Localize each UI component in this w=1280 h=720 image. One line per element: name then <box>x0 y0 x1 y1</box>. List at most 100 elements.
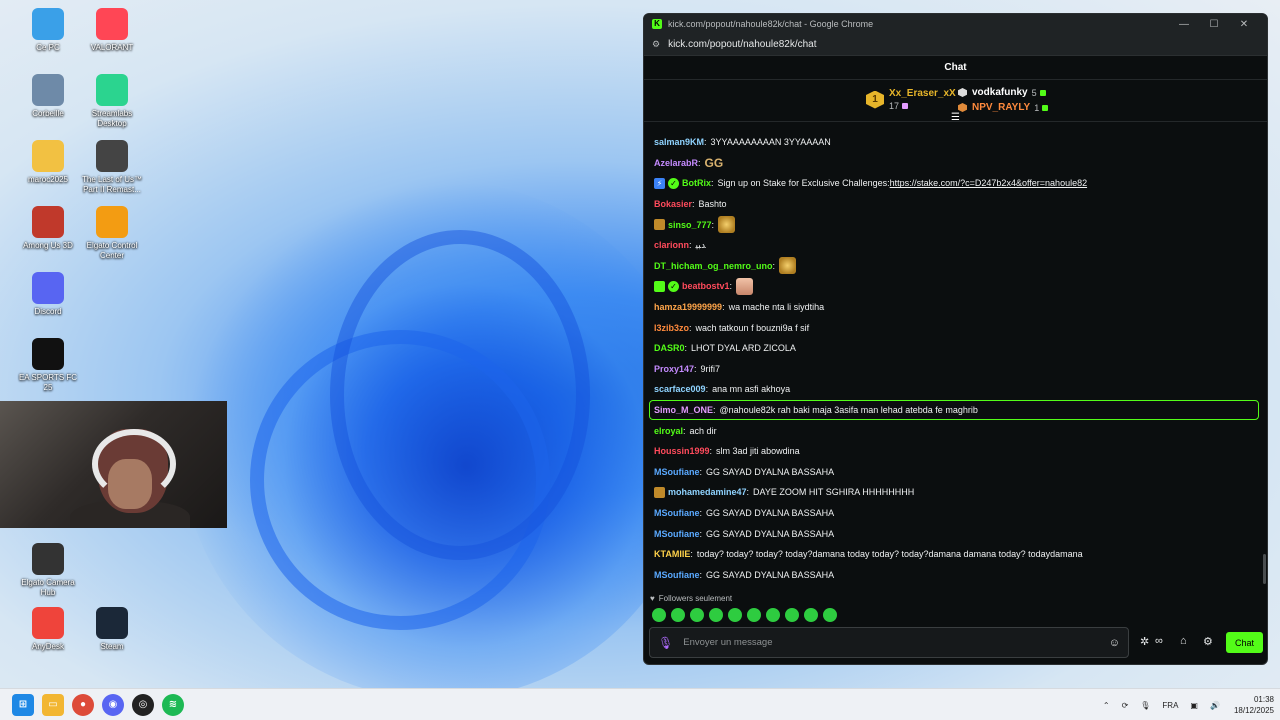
language-indicator[interactable]: FRA <box>1162 701 1178 710</box>
desktop-icon[interactable]: VALORANT <box>80 8 144 53</box>
file-explorer-icon[interactable]: ▭ <box>42 693 64 716</box>
chat-message[interactable]: AzelarabR: GG <box>654 153 1259 174</box>
chat-message[interactable]: DT_hicham_og_nemro_uno: <box>654 256 1259 277</box>
chat-username[interactable]: beatbostv1 <box>682 281 730 291</box>
chat-message[interactable]: MSoufiane: GG SAYAD DYALNA BASSAHA <box>654 462 1259 483</box>
chat-message[interactable]: Houssin1999: slm 3ad jiti abowdina <box>654 441 1259 462</box>
quick-emote-icon[interactable] <box>671 608 685 622</box>
chat-username[interactable]: mohamedamine47 <box>668 487 747 497</box>
chat-username[interactable]: Proxy147 <box>654 364 694 374</box>
chat-message[interactable]: ✓ beatbostv1: <box>654 276 1259 297</box>
infinity-icon[interactable]: ∞ <box>1155 635 1163 647</box>
chat-message[interactable]: DASR0: LHOT DYAL ARD ZICOLA <box>654 338 1259 359</box>
chat-username[interactable]: salman9KM <box>654 137 704 147</box>
message-input[interactable] <box>683 637 1109 648</box>
chat-message[interactable]: hamza19999999: wa mache nta li siydtiha <box>654 297 1259 318</box>
chat-link[interactable]: https://stake.com/?c=D247b2x4&offer=naho… <box>890 178 1087 188</box>
leaderboard-third[interactable]: NPV_RAYLY 1 <box>958 100 1049 115</box>
quick-emote-icon[interactable] <box>766 608 780 622</box>
desktop-icon[interactable]: Elgato Camera Hub <box>16 543 80 598</box>
quick-emote-icon[interactable] <box>804 608 818 622</box>
desktop-icon[interactable]: Ce PC <box>16 8 80 53</box>
obs-icon[interactable]: ◎ <box>132 693 154 716</box>
desktop-icon[interactable]: The Last of Us™ Part II Remast... <box>80 140 144 195</box>
desktop-icon[interactable]: AnyDesk <box>16 607 80 652</box>
url-text[interactable]: kick.com/popout/nahoule82k/chat <box>668 39 816 50</box>
quick-emote-icon[interactable] <box>747 608 761 622</box>
chat-username[interactable]: Simo_M_ONE <box>654 405 713 415</box>
chat-message[interactable]: elroyal: ach dir <box>654 420 1259 441</box>
leaderboard-second[interactable]: vodkafunky 5 <box>958 85 1048 100</box>
chat-message[interactable]: MSoufiane: GG SAYAD DYALNA BASSAHA <box>654 564 1259 585</box>
chat-username[interactable]: sinso_777 <box>668 220 712 230</box>
desktop-icon[interactable]: Among Us 3D <box>16 206 80 251</box>
desktop-icon[interactable]: Discord <box>16 272 80 317</box>
chat-messages[interactable]: salman9KM:3YYAAAAAAAAN 3YYAAAAN AzelarabR… <box>644 132 1267 592</box>
chat-message[interactable]: sinso_777: <box>654 214 1259 235</box>
chat-username[interactable]: DASR0 <box>654 343 685 353</box>
collapse-leaderboard-icon[interactable]: ☰ <box>951 112 960 123</box>
emoji-picker-icon[interactable]: ☺ <box>1109 637 1120 649</box>
chat-username[interactable]: BotRix <box>682 178 711 188</box>
chat-username[interactable]: hamza19999999 <box>654 302 722 312</box>
chat-username[interactable]: Houssin1999 <box>654 446 710 456</box>
quick-emote-icon[interactable] <box>728 608 742 622</box>
chat-message[interactable]: KTAMIIE: today? today? today? today?daman… <box>654 544 1259 565</box>
chat-message[interactable]: l3zib3zo: wach tatkoun f bouzni9a f sif <box>654 317 1259 338</box>
chat-username[interactable]: MSoufiane <box>654 570 700 580</box>
chat-message[interactable]: MSoufiane: GG SAYAD DYALNA BASSAHA <box>654 503 1259 524</box>
chat-username[interactable]: AzelarabR <box>654 158 698 168</box>
site-settings-icon[interactable]: ⚙ <box>652 39 660 50</box>
chat-username[interactable]: KTAMIIE <box>654 549 690 559</box>
desktop-icon[interactable]: maroc2025 <box>16 140 80 185</box>
quick-emote-icon[interactable] <box>785 608 799 622</box>
chat-message[interactable]: Bokasier: Bashto <box>654 194 1259 215</box>
sync-icon[interactable]: ⟳ <box>1122 701 1129 710</box>
quick-emote-icon[interactable] <box>823 608 837 622</box>
chat-username[interactable]: MSoufiane <box>654 508 700 518</box>
address-bar[interactable]: ⚙ kick.com/popout/nahoule82k/chat <box>644 34 1267 56</box>
chat-username[interactable]: DT_hicham_og_nemro_uno <box>654 261 773 271</box>
close-icon[interactable]: ✕ <box>1229 19 1259 30</box>
chat-username[interactable]: elroyal <box>654 426 683 436</box>
leaderboard-first[interactable]: 1 Xx_Eraser_xX 17 <box>866 88 956 111</box>
chat-message[interactable]: Proxy147:9rifi7 <box>654 359 1259 380</box>
quick-emote-icon[interactable] <box>709 608 723 622</box>
desktop-icon[interactable]: Elgato Control Center <box>80 206 144 261</box>
chrome-icon[interactable]: ● <box>72 693 94 716</box>
chat-message[interactable]: MSoufiane: GG SAYAD DYALNA BASSAHA <box>654 523 1259 544</box>
mic-tray-icon[interactable]: 🎙 <box>1140 701 1150 710</box>
chat-message[interactable]: salman9KM:3YYAAAAAAAAN 3YYAAAAN <box>654 132 1259 153</box>
settings-gear-icon[interactable]: ⚙ <box>1203 635 1213 648</box>
spotify-icon[interactable]: ≋ <box>162 693 184 716</box>
quick-emote-icon[interactable] <box>652 608 666 622</box>
quick-emote-icon[interactable] <box>690 608 704 622</box>
chat-username[interactable]: clarionn <box>654 240 689 250</box>
desktop-icon[interactable]: Streamlabs Desktop <box>80 74 144 129</box>
chevron-up-icon[interactable]: ⌃ <box>1103 701 1110 710</box>
chat-username[interactable]: MSoufiane <box>654 529 700 539</box>
microphone-icon[interactable]: 🎙 <box>658 636 673 650</box>
desktop-icon[interactable]: EA SPORTS FC 25 <box>16 338 80 393</box>
channel-points-icon[interactable]: ✲ <box>1140 635 1149 648</box>
chat-message[interactable]: clarionn: ﺪﺒﻴ <box>654 235 1259 256</box>
chat-username[interactable]: Bokasier <box>654 199 692 209</box>
discord-taskbar-icon[interactable]: ◉ <box>102 693 124 716</box>
desktop-icon[interactable]: Steam <box>80 607 144 652</box>
chat-scrollbar[interactable] <box>1263 554 1266 584</box>
message-composer[interactable]: 🎙 ☺ <box>649 627 1129 658</box>
chat-username[interactable]: scarface009 <box>654 384 706 394</box>
chat-username[interactable]: MSoufiane <box>654 467 700 477</box>
chat-username[interactable]: l3zib3zo <box>654 323 689 333</box>
network-icon[interactable]: ▣ <box>1190 701 1198 710</box>
store-icon[interactable]: ⌂ <box>1180 635 1187 647</box>
chat-message[interactable]: scarface009: ana mn asfi akhoya <box>654 379 1259 400</box>
chat-message[interactable]: mohamedamine47: DAYE ZOOM HIT SGHIRA HHHH… <box>654 482 1259 503</box>
clock[interactable]: 01:38 18/12/2025 <box>1234 694 1274 716</box>
chat-message[interactable]: Simo_M_ONE: @nahoule82k rah baki maja 3as… <box>649 399 1259 421</box>
chat-message[interactable]: ⚡ ✓ BotRix: Sign up on Stake for Exclusive … <box>654 173 1259 194</box>
start-button-icon[interactable]: ⊞ <box>12 693 34 716</box>
volume-icon[interactable]: 🔊 <box>1210 701 1220 710</box>
maximize-icon[interactable]: ☐ <box>1199 19 1229 30</box>
send-chat-button[interactable]: Chat <box>1226 632 1263 653</box>
